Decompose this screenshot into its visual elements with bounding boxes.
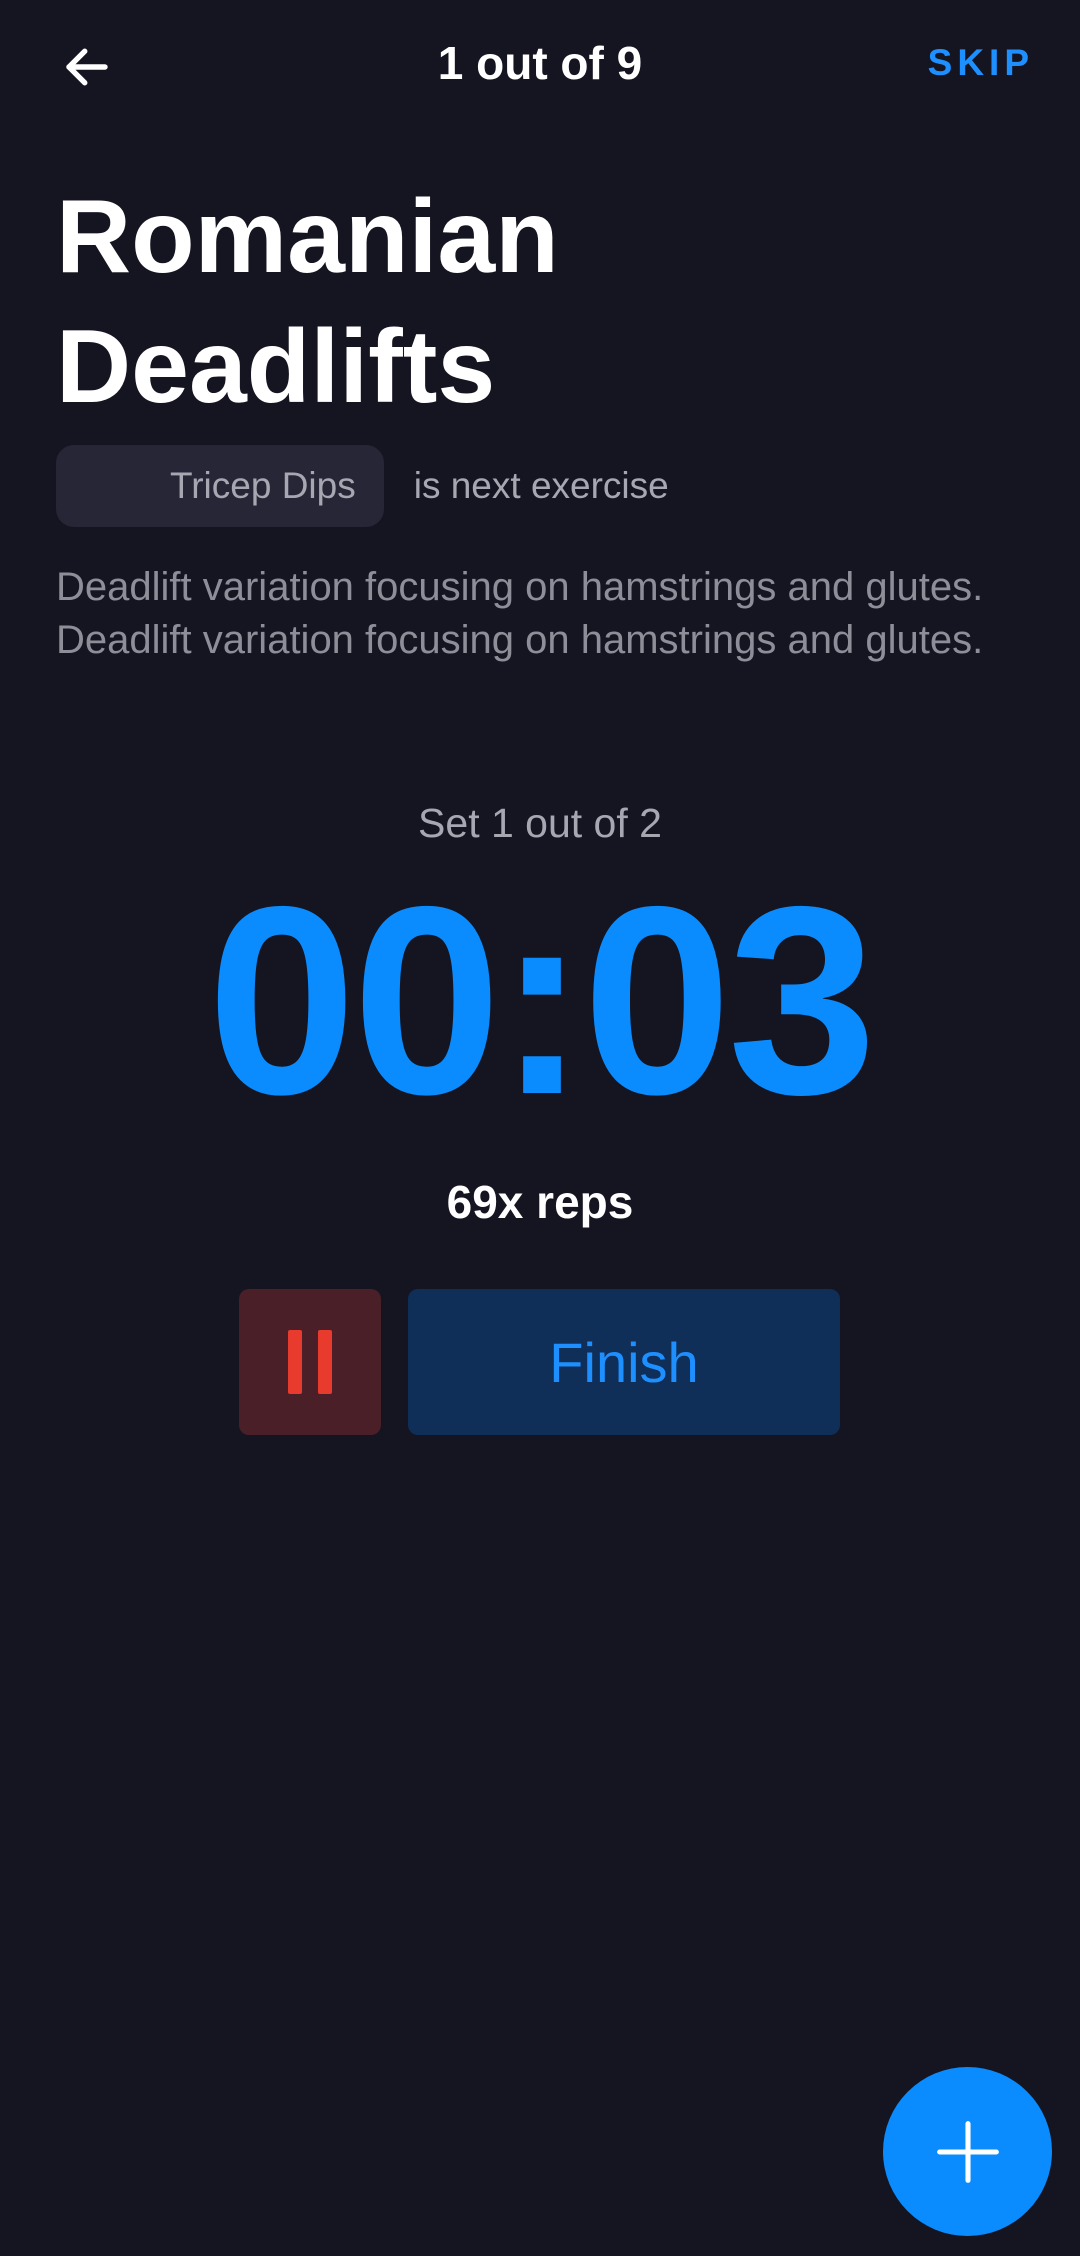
pause-button[interactable] bbox=[239, 1289, 381, 1435]
plus-icon bbox=[936, 2120, 999, 2183]
next-exercise-row: Tricep Dips is next exercise bbox=[56, 445, 669, 527]
top-bar: 1 out of 9 SKIP bbox=[0, 0, 1080, 130]
next-exercise-suffix: is next exercise bbox=[413, 465, 669, 506]
add-fab-button[interactable] bbox=[883, 2067, 1052, 2236]
pause-icon bbox=[288, 1330, 332, 1394]
finish-button[interactable]: Finish bbox=[408, 1289, 840, 1435]
exercise-description: Deadlift variation focusing on hamstring… bbox=[56, 565, 984, 662]
next-exercise-chip[interactable]: Tricep Dips bbox=[56, 445, 384, 527]
timer-display: 00:03 bbox=[207, 850, 876, 1150]
set-counter: Set 1 out of 2 bbox=[418, 800, 662, 846]
exercise-title: Romanian Deadlifts bbox=[56, 179, 559, 425]
reps-label: 69x reps bbox=[446, 1176, 634, 1228]
skip-button[interactable]: SKIP bbox=[928, 42, 1034, 84]
exercise-progress-title: 1 out of 9 bbox=[437, 37, 643, 89]
